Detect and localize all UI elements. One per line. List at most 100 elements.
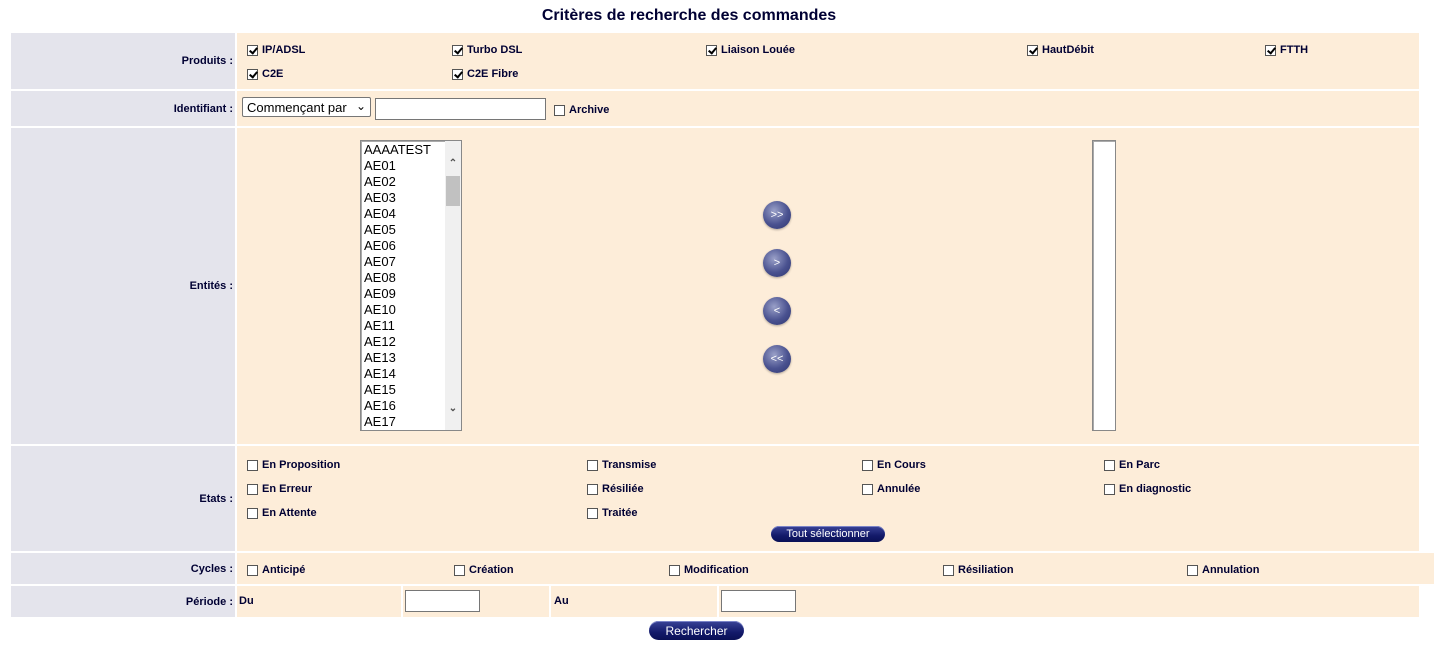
du-input-cell (403, 586, 549, 617)
en-erreur-checkbox[interactable] (247, 483, 258, 495)
checkbox-creation[interactable]: Création (454, 564, 514, 576)
checkbox-turbo-dsl[interactable]: Turbo DSL (452, 44, 522, 56)
produits-label-cell: Produits : (11, 33, 235, 89)
en-parc-checkbox[interactable] (1104, 459, 1115, 471)
entity-option[interactable]: AE09 (364, 286, 431, 302)
entity-option[interactable]: AE13 (364, 350, 431, 366)
add-button[interactable]: > (763, 249, 791, 277)
checkbox-c2e[interactable]: C2E (247, 68, 283, 80)
periode-label: Période : (185, 595, 233, 608)
checkbox-ftth[interactable]: FTTH (1265, 44, 1308, 56)
entity-option[interactable]: AAAATEST (364, 142, 431, 158)
au-date-input[interactable] (721, 590, 796, 612)
en-diagnostic-checkbox[interactable] (1104, 483, 1115, 495)
checkbox-annulation[interactable]: Annulation (1187, 564, 1259, 576)
add-all-button[interactable]: >> (763, 201, 791, 229)
entites-label: Entités : (189, 280, 233, 292)
checkbox-modification[interactable]: Modification (669, 564, 749, 576)
checkbox-en-parc[interactable]: En Parc (1104, 459, 1160, 471)
archive-checkbox[interactable] (554, 104, 565, 116)
search-button[interactable]: Rechercher (649, 621, 744, 640)
au-cell: Au (551, 586, 717, 617)
checkbox-en-diagnostic[interactable]: En diagnostic (1104, 483, 1191, 495)
entity-option[interactable]: AE11 (364, 318, 431, 334)
identifiant-mode-value: Commençant par (247, 99, 347, 115)
chevron-down-icon: ⌄ (355, 99, 366, 113)
scroll-down-icon[interactable]: ⌄ (445, 400, 461, 416)
checkbox-en-attente[interactable]: En Attente (247, 507, 317, 519)
entity-option[interactable]: AE12 (364, 334, 431, 350)
liaison-louee-checkbox[interactable] (706, 44, 717, 56)
modification-checkbox[interactable] (669, 564, 680, 576)
checkbox-en-cours[interactable]: En Cours (862, 459, 926, 471)
available-entities-scrollbar[interactable]: ⌃ ⌄ (445, 141, 461, 430)
traitee-checkbox[interactable] (587, 507, 598, 519)
page-title: Critères de recherche des commandes (541, 7, 837, 24)
c2e-checkbox[interactable] (247, 68, 258, 80)
entity-option[interactable]: AE17 (364, 414, 431, 430)
entity-option[interactable]: AE10 (364, 302, 431, 318)
scroll-up-icon[interactable]: ⌃ (445, 155, 461, 171)
annulee-checkbox[interactable] (862, 483, 873, 495)
checkbox-anticipe[interactable]: Anticipé (247, 564, 305, 576)
en-attente-checkbox[interactable] (247, 507, 258, 519)
entity-option[interactable]: AE01 (364, 158, 431, 174)
anticipe-checkbox[interactable] (247, 564, 258, 576)
en-proposition-checkbox[interactable] (247, 459, 258, 471)
identifiant-mode-select[interactable]: Commençant par ⌄ (242, 97, 371, 117)
entity-option[interactable]: AE16 (364, 398, 431, 414)
checkbox-ip-adsl[interactable]: IP/ADSL (247, 44, 305, 56)
remove-button[interactable]: < (763, 297, 791, 325)
entity-option[interactable]: AE05 (364, 222, 431, 238)
turbo-dsl-checkbox[interactable] (452, 44, 463, 56)
entity-option[interactable]: AE06 (364, 238, 431, 254)
entites-label-cell: Entités : (11, 128, 235, 444)
scrollbar-thumb[interactable] (446, 176, 460, 206)
periode-label-cell: Période : (11, 586, 235, 617)
ip-adsl-checkbox[interactable] (247, 44, 258, 56)
entity-option[interactable]: AE14 (364, 366, 431, 382)
available-entities-items: AAAATEST AE01 AE02 AE03 AE04 AE05 AE06 AE07 AE08… (364, 142, 431, 430)
cycles-values: Anticipé Création Modification Résiliati… (237, 553, 1434, 584)
entity-option[interactable]: AE04 (364, 206, 431, 222)
entity-option[interactable]: AE15 (364, 382, 431, 398)
creation-checkbox[interactable] (454, 564, 465, 576)
checkbox-haut-debit[interactable]: HautDébit (1027, 44, 1094, 56)
remove-all-button[interactable]: << (763, 345, 791, 373)
en-cours-checkbox[interactable] (862, 459, 873, 471)
ftth-checkbox[interactable] (1265, 44, 1276, 56)
available-entities-listbox[interactable]: AAAATEST AE01 AE02 AE03 AE04 AE05 AE06 AE07 AE08… (360, 140, 462, 431)
entity-option[interactable]: AE02 (364, 174, 431, 190)
resiliee-checkbox[interactable] (587, 483, 598, 495)
cycles-label: Cycles : (190, 562, 233, 575)
du-date-input[interactable] (405, 590, 480, 612)
checkbox-en-erreur[interactable]: En Erreur (247, 483, 312, 495)
du-cell: Du (237, 586, 401, 617)
c2e-fibre-checkbox[interactable] (452, 68, 463, 80)
etats-label: Etats : (199, 492, 233, 505)
transmise-checkbox[interactable] (587, 459, 598, 471)
entity-option[interactable]: AE08 (364, 270, 431, 286)
selected-entities-listbox[interactable] (1092, 140, 1116, 431)
checkbox-en-proposition[interactable]: En Proposition (247, 459, 340, 471)
produits-label: Produits : (181, 55, 233, 67)
entity-option[interactable]: AE03 (364, 190, 431, 206)
checkbox-liaison-louee[interactable]: Liaison Louée (706, 44, 795, 56)
entity-option[interactable]: AE07 (364, 254, 431, 270)
checkbox-resiliation[interactable]: Résiliation (943, 564, 1014, 576)
identifiant-input[interactable] (375, 98, 546, 120)
checkbox-annulee[interactable]: Annulée (862, 483, 920, 495)
etats-label-cell: Etats : (11, 446, 235, 551)
checkbox-c2e-fibre[interactable]: C2E Fibre (452, 68, 518, 80)
resiliation-checkbox[interactable] (943, 564, 954, 576)
haut-debit-checkbox[interactable] (1027, 44, 1038, 56)
checkbox-resiliee[interactable]: Résiliée (587, 483, 644, 495)
checkbox-archive[interactable]: Archive (554, 104, 609, 116)
entites-values: AAAATEST AE01 AE02 AE03 AE04 AE05 AE06 AE07 AE08… (237, 128, 1419, 444)
checkbox-traitee[interactable]: Traitée (587, 507, 637, 519)
checkbox-transmise[interactable]: Transmise (587, 459, 656, 471)
annulation-checkbox[interactable] (1187, 564, 1198, 576)
select-all-button[interactable]: Tout sélectionner (771, 526, 885, 542)
au-label: Au (554, 595, 569, 607)
produits-values: IP/ADSL Turbo DSL Liaison Louée HautDébi… (237, 33, 1419, 89)
